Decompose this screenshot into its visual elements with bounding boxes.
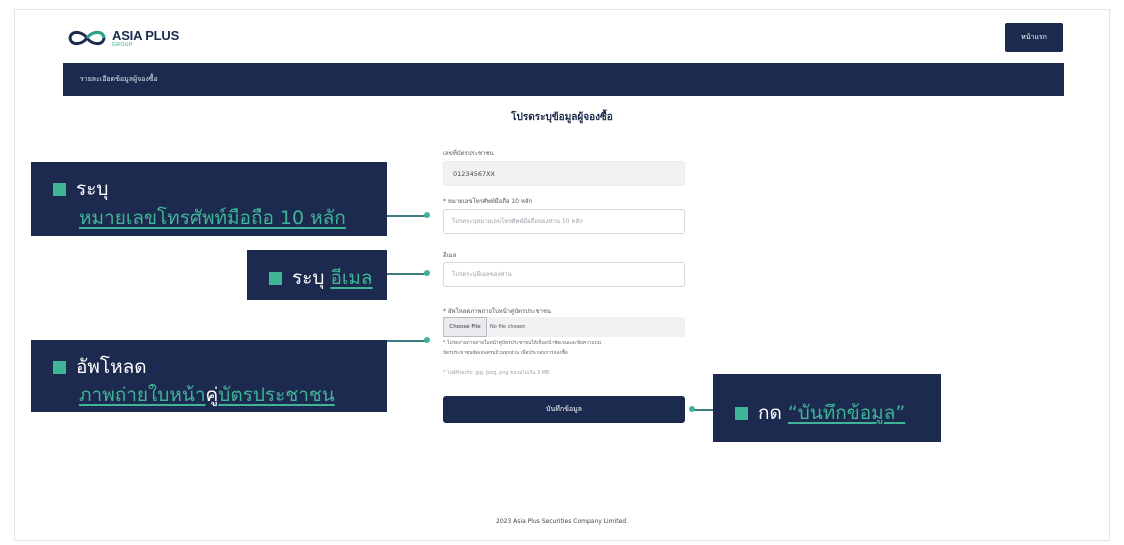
save-callout: กด “บันทึกข้อมูล” <box>713 374 941 442</box>
file-types-note: * ไฟล์ที่รองรับ: jpg, jpeg, png ขนาดไม่เ… <box>443 371 550 376</box>
infinity-logo-icon <box>68 30 106 46</box>
bullet-square-icon <box>53 182 66 196</box>
upload-callout-link-a: ภาพถ่ายใบหน้า <box>79 384 206 406</box>
phone-callout: ระบุ หมายเลขโทรศัพท์มือถือ 10 หลัก <box>31 162 387 236</box>
save-callout-quote-open: “ <box>787 402 798 424</box>
file-upload-field: Choose File No file chosen <box>443 317 685 337</box>
email-callout: ระบุ อีเมล <box>247 250 387 300</box>
id-card-label: เลขที่บัตรประชาชน <box>443 150 494 157</box>
save-callout-link: บันทึกข้อมูล <box>797 402 896 424</box>
page-title: โปรดระบุข้อมูลผู้จองซื้อ <box>511 112 613 123</box>
upload-callout: อัพโหลด ภาพถ่ายใบหน้าคู่บัตรประชาชน <box>31 340 387 412</box>
upload-note: * โปรดถ่ายภาพถ่ายใบหน้าคู่บัตรประชาชนให้… <box>443 339 689 358</box>
phone-connector-dot <box>424 212 430 218</box>
save-callout-quote-close: ” <box>895 402 906 424</box>
phone-input[interactable] <box>443 209 685 234</box>
save-connector-dot <box>689 406 695 412</box>
email-label: อีเมล <box>443 252 457 259</box>
phone-callout-prefix: ระบุ <box>76 178 109 200</box>
id-card-field: 01234567XX <box>443 161 685 186</box>
upload-note-line-2: บัตรประชาชนชัดเจนครบถ้วนทุกส่วน เพื่อประ… <box>443 350 568 356</box>
save-callout-prefix: กด <box>758 402 782 424</box>
home-button[interactable]: หน้าแรก <box>1005 23 1063 52</box>
choose-file-button[interactable]: Choose File <box>443 317 487 337</box>
save-button[interactable]: บันทึกข้อมูล <box>443 396 685 423</box>
asia-plus-logo[interactable]: ASIA PLUS GROUP <box>66 28 179 48</box>
bullet-square-icon <box>735 406 748 420</box>
upload-callout-link-c: บัตรประชาชน <box>218 384 335 406</box>
bullet-square-icon <box>269 271 282 285</box>
logo-subtitle: GROUP <box>112 41 133 48</box>
id-card-value: 01234567XX <box>453 170 495 178</box>
email-callout-link: อีเมล <box>330 267 373 289</box>
footer-copyright: 2023 Asia Plus Securities Company Limite… <box>496 518 628 525</box>
email-input[interactable] <box>443 262 685 287</box>
phone-callout-link: หมายเลขโทรศัพท์มือถือ 10 หลัก <box>79 207 346 229</box>
nav-bar: รายละเอียดข้อมูลผู้จองซื้อ <box>63 63 1064 96</box>
email-connector-dot <box>424 270 430 276</box>
upload-connector <box>387 340 427 342</box>
nav-title: รายละเอียดข้อมูลผู้จองซื้อ <box>80 75 158 83</box>
email-connector <box>387 273 427 275</box>
file-status: No file chosen <box>490 324 526 330</box>
logo-name: ASIA PLUS <box>112 27 180 43</box>
upload-callout-link-b: คู่ <box>205 384 219 406</box>
upload-label: * อัพโหลดภาพถ่ายใบหน้าคู่บัตรประชาชน <box>443 308 551 315</box>
bullet-square-icon <box>53 360 66 374</box>
upload-note-line-1: * โปรดถ่ายภาพถ่ายใบหน้าคู่บัตรประชาชนให้… <box>443 341 601 346</box>
upload-callout-prefix: อัพโหลด <box>76 356 147 378</box>
save-connector <box>692 409 714 411</box>
upload-connector-dot <box>424 337 430 343</box>
email-callout-prefix: ระบุ <box>292 267 325 289</box>
phone-connector <box>387 215 427 217</box>
phone-label: * หมายเลขโทรศัพท์มือถือ 10 หลัก <box>443 198 533 205</box>
